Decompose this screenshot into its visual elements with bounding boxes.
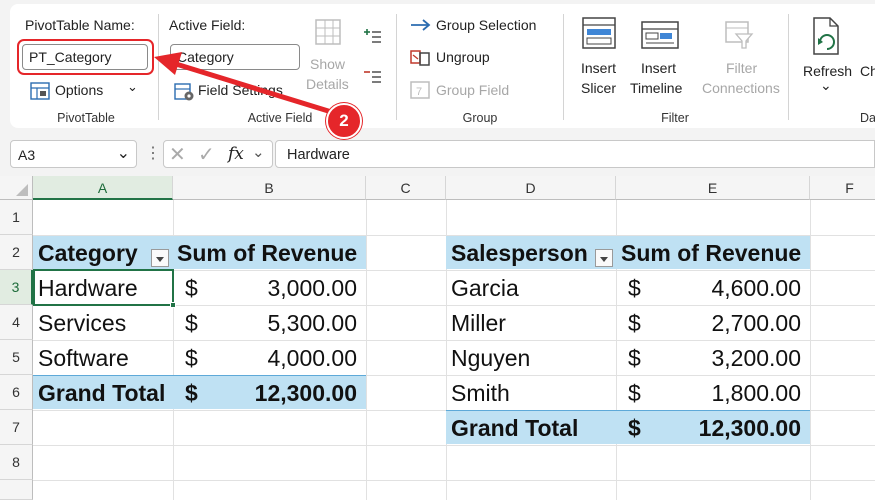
pivot1-total-value[interactable]: 12,300.00 xyxy=(230,376,357,410)
column-header-f[interactable]: F xyxy=(810,176,875,200)
column-header-e[interactable]: E xyxy=(616,176,810,200)
more-options-icon[interactable]: ⋮ xyxy=(145,143,161,163)
step-number: 2 xyxy=(339,111,349,130)
row-header-6[interactable]: 6 xyxy=(0,375,33,410)
pivot2-row-value[interactable]: 4,600.00 xyxy=(670,271,801,305)
active-cell-selection xyxy=(33,269,174,306)
select-all-corner[interactable] xyxy=(0,176,33,200)
row-header-5[interactable]: 5 xyxy=(0,340,33,375)
pivot1-filter-dropdown[interactable] xyxy=(151,249,169,267)
select-all-icon xyxy=(16,184,28,196)
pivot2-row-value[interactable]: 1,800.00 xyxy=(670,376,801,410)
column-header-d[interactable]: D xyxy=(446,176,616,200)
gridline xyxy=(33,445,875,446)
pivot1-row-currency: $ xyxy=(185,345,198,371)
insert-function-icon[interactable]: fx xyxy=(228,144,244,164)
pivot1-row-currency: $ xyxy=(185,275,198,301)
pivot1-total-label[interactable]: Grand Total xyxy=(38,376,165,410)
pivot2-row-value[interactable]: 3,200.00 xyxy=(670,341,801,375)
column-header-a[interactable]: A xyxy=(33,176,173,200)
pivot2-row-currency: $ xyxy=(628,380,641,406)
row-header-7[interactable]: 7 xyxy=(0,410,33,445)
chevron-down-icon: ⌄ xyxy=(116,145,130,162)
pivot1-row-label[interactable]: Services xyxy=(38,306,126,340)
name-box-value: A3 xyxy=(18,147,36,163)
pivot2-row-label[interactable]: Nguyen xyxy=(451,341,530,375)
enter-check-icon[interactable]: ✓ xyxy=(198,142,215,167)
pivot1-header-revenue[interactable]: Sum of Revenue xyxy=(177,236,357,270)
formula-input[interactable]: Hardware xyxy=(275,140,875,168)
cancel-icon[interactable]: ✕ xyxy=(169,142,186,167)
row-header-4[interactable]: 4 xyxy=(0,305,33,340)
gridline xyxy=(33,480,875,481)
fill-handle[interactable] xyxy=(170,302,176,308)
column-header-b[interactable]: B xyxy=(173,176,366,200)
chevron-down-icon: ⌄ xyxy=(252,144,265,161)
pivot2-total-currency: $ xyxy=(628,415,641,441)
row-header-9[interactable] xyxy=(0,480,33,500)
gridline xyxy=(810,200,811,500)
pivot2-row-label[interactable]: Miller xyxy=(451,306,506,340)
row-header-8[interactable]: 8 xyxy=(0,445,33,480)
row-header-2[interactable]: 2 xyxy=(0,235,33,270)
pivot1-total-currency: $ xyxy=(185,380,198,406)
pivot2-row-currency: $ xyxy=(628,310,641,336)
pivot2-row-label[interactable]: Smith xyxy=(451,376,510,410)
worksheet-grid[interactable]: A B C D E F 1 2 3 4 5 6 7 8 Category Sum… xyxy=(0,176,875,500)
pivot2-row-label[interactable]: Garcia xyxy=(451,271,519,305)
formula-buttons: ✕ ✓ fx ⌄ xyxy=(163,140,273,168)
pivot2-total-value[interactable]: 12,300.00 xyxy=(670,411,801,445)
step-number-badge: 2 xyxy=(326,103,362,139)
pivot2-header-revenue[interactable]: Sum of Revenue xyxy=(621,236,801,270)
pivot1-row-label[interactable]: Software xyxy=(38,341,129,375)
pivot1-row-currency: $ xyxy=(185,310,198,336)
pivot2-row-currency: $ xyxy=(628,345,641,371)
pivot2-row-currency: $ xyxy=(628,275,641,301)
pivot2-filter-dropdown[interactable] xyxy=(595,249,613,267)
pivot2-header-salesperson[interactable]: Salesperson xyxy=(451,236,588,270)
pivot1-row-value[interactable]: 3,000.00 xyxy=(230,271,357,305)
pivot2-row-value[interactable]: 2,700.00 xyxy=(670,306,801,340)
row-header-3[interactable]: 3 xyxy=(0,270,33,305)
pivot2-total-label[interactable]: Grand Total xyxy=(451,411,578,445)
callout-arrow xyxy=(154,52,341,117)
gridline xyxy=(366,200,367,500)
pivot1-header-category[interactable]: Category xyxy=(38,236,138,270)
pivot1-row-value[interactable]: 5,300.00 xyxy=(230,306,357,340)
pivot1-row-value[interactable]: 4,000.00 xyxy=(230,341,357,375)
column-header-c[interactable]: C xyxy=(366,176,446,200)
row-header-1[interactable]: 1 xyxy=(0,200,33,235)
name-box[interactable]: A3 ⌄ xyxy=(10,140,137,168)
